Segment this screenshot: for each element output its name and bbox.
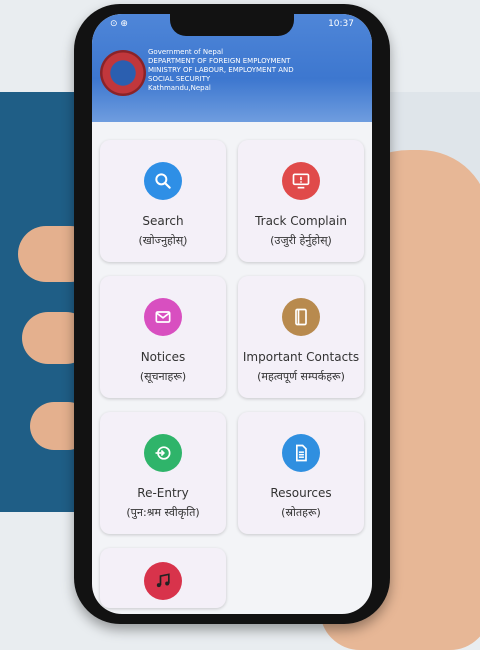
menu-grid: Search (खोज्नुहोस्) Track Complain (उजुर… [100,140,364,608]
search-card[interactable]: Search (खोज्नुहोस्) [100,140,226,262]
org-line: MINISTRY OF LABOUR, EMPLOYMENT AND [148,66,294,74]
partial-card[interactable] [100,548,226,608]
status-icons: ⊙ ⊕ [110,19,128,29]
card-sublabel: (खोज्नुहोस्) [138,234,188,247]
phone-frame: ⊙ ⊕ 10:37 Government of Nepal DEPARTMENT… [74,4,390,624]
card-sublabel: (पुन:श्रम स्वीकृति) [126,506,200,519]
re-entry-card[interactable]: Re-Entry (पुन:श्रम स्वीकृति) [100,412,226,534]
nepal-emblem-icon [100,50,146,96]
card-sublabel: (महत्वपूर्ण सम्पर्कहरू) [257,370,345,383]
card-label: Important Contacts [242,350,360,364]
card-label: Resources [270,486,332,500]
resources-card[interactable]: Resources (स्रोतहरू) [238,412,364,534]
card-label: Search [142,214,184,228]
card-label: Track Complain [255,214,347,228]
notices-card[interactable]: Notices (सूचनाहरू) [100,276,226,398]
status-time: 10:37 [328,19,354,29]
status-bar: ⊙ ⊕ 10:37 [92,17,372,33]
org-line: DEPARTMENT OF FOREIGN EMPLOYMENT [148,57,291,65]
music-icon [144,562,182,600]
search-icon [144,162,182,200]
org-line: Kathmandu,Nepal [148,84,211,92]
document-icon [282,434,320,472]
important-contacts-card[interactable]: Important Contacts (महत्वपूर्ण सम्पर्कहर… [238,276,364,398]
organization-text: Government of Nepal DEPARTMENT OF FOREIG… [148,48,358,93]
track-complain-card[interactable]: Track Complain (उजुरी हेर्नुहोस्) [238,140,364,262]
org-line: Government of Nepal [148,48,224,56]
card-sublabel: (स्रोतहरू) [281,506,321,519]
org-line: SOCIAL SECURITY [148,75,211,83]
monitor-icon [282,162,320,200]
enter-icon [144,434,182,472]
phone-screen: ⊙ ⊕ 10:37 Government of Nepal DEPARTMENT… [92,14,372,614]
card-sublabel: (सूचनाहरू) [139,370,187,383]
card-label: Re-Entry [137,486,189,500]
mail-icon [144,298,182,336]
card-label: Notices [140,350,186,364]
card-sublabel: (उजुरी हेर्नुहोस्) [270,234,332,247]
book-icon [282,298,320,336]
